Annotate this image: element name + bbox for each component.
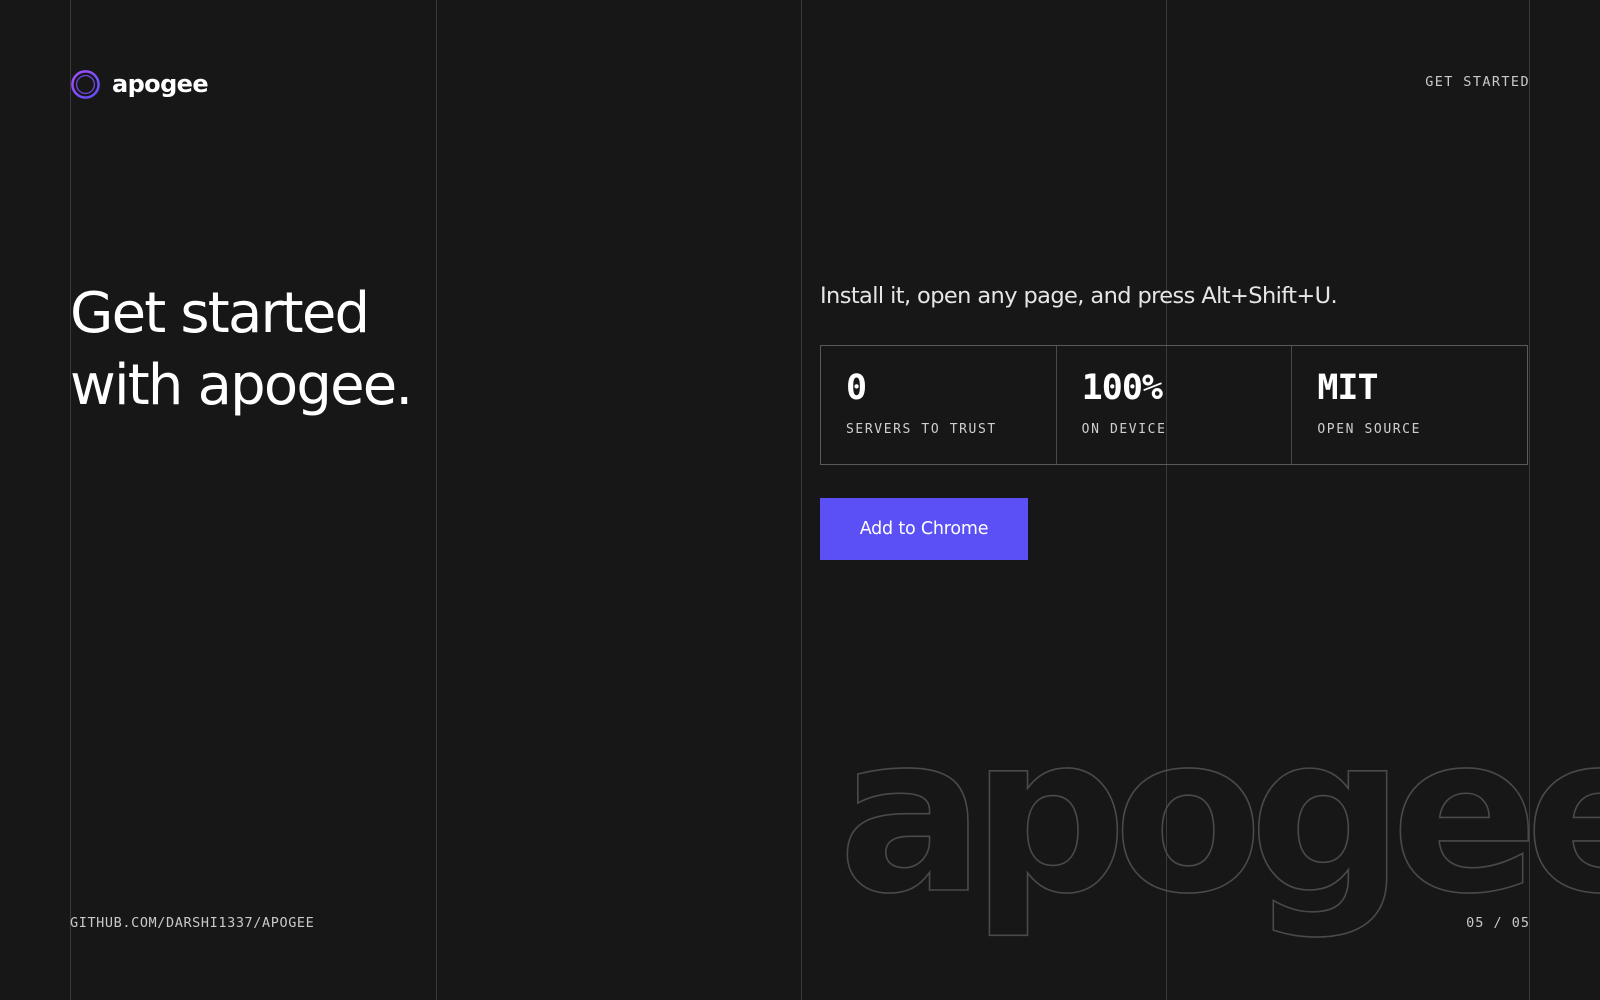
page-title: Get started with apogee.	[70, 278, 450, 422]
stat-label: ON DEVICE	[1081, 422, 1167, 437]
stat-value: 0	[846, 368, 867, 408]
stat-servers: 0 SERVERS TO TRUST	[821, 346, 1057, 464]
grid-line	[436, 0, 437, 1000]
headline-line-2: with apogee.	[70, 353, 413, 418]
brand-name: apogee	[112, 70, 209, 98]
grid-line	[70, 0, 71, 1000]
stat-value: MIT	[1317, 368, 1378, 408]
ring-logo-icon	[71, 69, 100, 99]
slide-counter: 05 / 05	[1466, 915, 1530, 931]
stat-label: SERVERS TO TRUST	[846, 422, 997, 437]
grid-line	[801, 0, 802, 1000]
stat-on-device: 100% ON DEVICE	[1057, 346, 1293, 464]
stat-value: 100%	[1081, 368, 1163, 408]
install-instructions: Install it, open any page, and press Alt…	[820, 283, 1338, 309]
watermark-text: apogee	[838, 689, 1600, 942]
github-repo-link[interactable]: GITHUB.COM/DARSHI1337/APOGEE	[70, 916, 314, 931]
stat-license: MIT OPEN SOURCE	[1292, 346, 1527, 464]
brand-logo[interactable]: apogee	[70, 68, 209, 100]
brand-watermark: apogee	[837, 688, 1600, 943]
add-to-chrome-button[interactable]: Add to Chrome	[820, 498, 1028, 560]
stats-panel: 0 SERVERS TO TRUST 100% ON DEVICE MIT OP…	[820, 345, 1528, 465]
headline-line-1: Get started	[70, 281, 370, 346]
stat-label: OPEN SOURCE	[1317, 422, 1422, 437]
get-started-link[interactable]: GET STARTED	[1425, 75, 1530, 90]
